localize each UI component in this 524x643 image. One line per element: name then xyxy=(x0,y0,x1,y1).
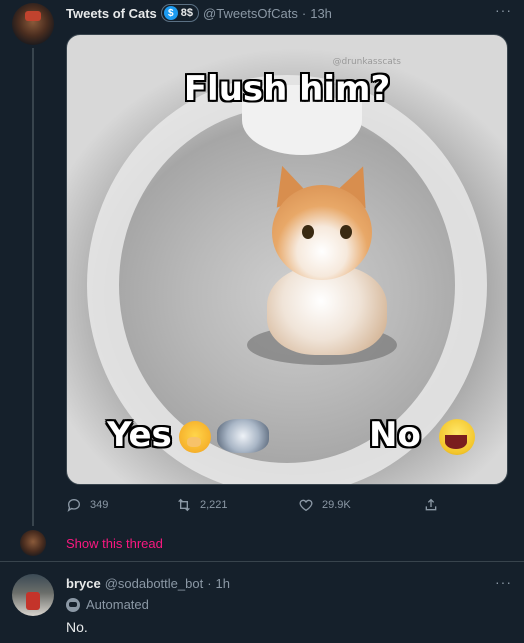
reply-button[interactable]: 349 xyxy=(66,497,108,513)
kitten-eye-right xyxy=(340,225,352,239)
watermark: @drunkasscats xyxy=(332,57,401,67)
laughing-emoji-icon xyxy=(439,419,475,455)
meme-option-yes: Yes xyxy=(107,415,172,455)
reply-count: 349 xyxy=(90,499,109,511)
scanning-face-emoji-icon xyxy=(217,419,269,453)
blushing-emoji-icon xyxy=(179,421,211,453)
more-options-button[interactable]: ··· xyxy=(495,2,512,18)
share-icon xyxy=(425,498,437,511)
meme-option-no: No xyxy=(369,415,421,455)
show-thread-row[interactable]: Show this thread xyxy=(0,528,524,558)
reply-display-name[interactable]: bryce xyxy=(66,576,101,591)
reply-icon xyxy=(67,498,81,512)
display-name[interactable]: Tweets of Cats xyxy=(66,6,157,21)
kitten-head xyxy=(272,185,372,280)
bot-icon xyxy=(66,597,80,612)
automated-label: Automated xyxy=(66,597,149,612)
retweet-icon xyxy=(178,498,190,512)
reply-header: bryce @sodabottle_bot · 1h xyxy=(66,576,230,591)
reply-text: No. xyxy=(66,619,88,635)
automated-text: Automated xyxy=(86,597,149,612)
reply-timestamp[interactable]: 1h xyxy=(216,576,230,591)
reply-tweet[interactable]: bryce @sodabottle_bot · 1h ··· Automated… xyxy=(0,562,524,643)
separator-dot: · xyxy=(301,5,307,21)
meme-caption: Flush him? xyxy=(183,69,391,109)
avatar[interactable] xyxy=(12,3,54,45)
creator-badge[interactable]: $ 8$ xyxy=(160,4,200,22)
dollar-icon: $ xyxy=(163,6,178,20)
handle[interactable]: @TweetsOfCats xyxy=(203,6,298,21)
reply-handle[interactable]: @sodabottle_bot xyxy=(105,576,204,591)
tweet-media-image[interactable]: @drunkasscats Flush him? Yes No xyxy=(66,34,508,485)
like-button[interactable]: 29.9K xyxy=(298,497,351,513)
thread-connector-line xyxy=(32,48,34,526)
heart-icon xyxy=(299,499,313,512)
retweet-button[interactable]: 2,221 xyxy=(176,497,228,513)
like-count: 29.9K xyxy=(322,499,351,511)
share-button[interactable] xyxy=(423,497,439,513)
tweet-header: Tweets of Cats $ 8$ @TweetsOfCats · 13h xyxy=(66,4,332,22)
kitten xyxy=(242,159,407,360)
reply-avatar[interactable] xyxy=(12,574,54,616)
timestamp[interactable]: 13h xyxy=(310,6,332,21)
reply-more-options-button[interactable]: ··· xyxy=(495,574,512,590)
badge-label: 8$ xyxy=(180,7,194,19)
retweet-count: 2,221 xyxy=(200,499,228,511)
tweet-actions: 349 2,221 29.9K xyxy=(66,497,508,515)
reply-separator-dot: · xyxy=(207,576,212,591)
kitten-eye-left xyxy=(302,225,314,239)
show-thread-link[interactable]: Show this thread xyxy=(66,536,163,551)
thread-avatar xyxy=(20,530,46,556)
